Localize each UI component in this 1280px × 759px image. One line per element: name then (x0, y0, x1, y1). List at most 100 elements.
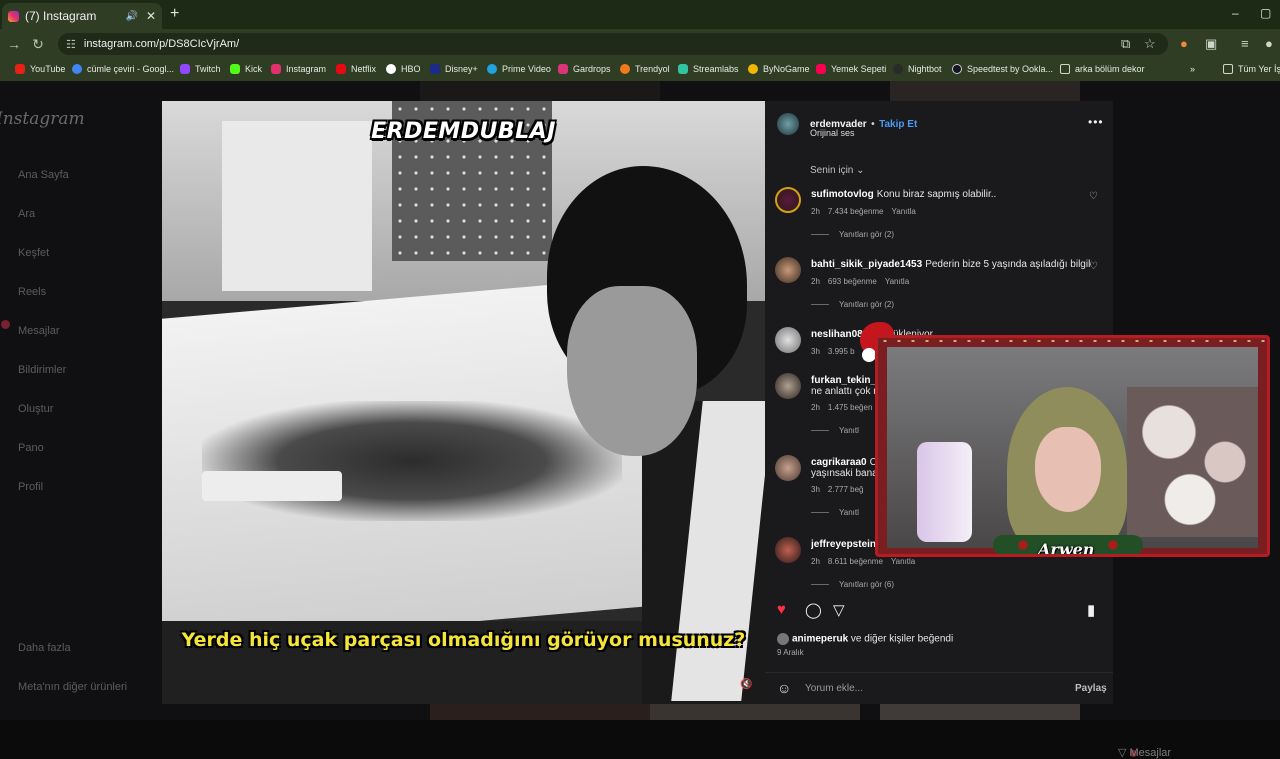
sidebar-item-home[interactable]: Ana Sayfa (18, 169, 69, 181)
commenter-username[interactable]: jeffreyepsteinr (811, 539, 880, 550)
bookmark-gardrops[interactable]: Gardrops (558, 64, 611, 74)
bookmark-kick[interactable]: Kick (230, 64, 262, 74)
install-app-icon[interactable]: ⧉ (1121, 36, 1130, 52)
commenter-avatar[interactable] (775, 257, 801, 283)
reply-button[interactable]: Yanıtla (892, 207, 916, 216)
comment-likes[interactable]: 1.475 beğen (828, 403, 873, 412)
sidebar-item-reels[interactable]: Reels (18, 286, 46, 298)
instagram-logo[interactable]: Instagram (0, 109, 85, 129)
bookmark-prime-video[interactable]: Prime Video (487, 64, 551, 74)
comment-likes[interactable]: 8.611 beğenme (828, 557, 883, 566)
media-control-icon[interactable]: ≡ (1241, 36, 1249, 51)
comment-likes[interactable]: 693 beğenme (828, 277, 877, 286)
sidebar-item-meta-products[interactable]: Meta'nın diğer ürünleri (18, 681, 127, 693)
share-icon[interactable]: ▽ (833, 601, 845, 619)
commenter-username[interactable]: sufimotovlog (811, 189, 874, 200)
bookmark-all[interactable]: Tüm Yer İşa (1223, 64, 1280, 74)
sidebar-item-notifications[interactable]: Bildirimler (18, 364, 66, 376)
view-replies-button[interactable]: Yanıtları gör (6) (811, 580, 894, 589)
bookmark-speedtest[interactable]: Speedtest by Ookla... (952, 64, 1053, 74)
bookmark-instagram[interactable]: Instagram (271, 64, 326, 74)
author-avatar[interactable] (777, 113, 799, 135)
maximize-icon[interactable]: ▢ (1260, 6, 1271, 20)
bookmark-yemek-sepeti[interactable]: Yemek Sepeti (816, 64, 886, 74)
save-bookmark-icon[interactable]: ▮ (1087, 601, 1095, 619)
commenter-avatar[interactable] (775, 455, 801, 481)
sidebar-item-messages[interactable]: Mesajlar (18, 325, 60, 337)
bookmark-hbo[interactable]: HBO (386, 64, 421, 74)
commenter-avatar[interactable] (775, 373, 801, 399)
liker-avatar (777, 633, 789, 645)
reply-button[interactable]: Yanıtla (885, 277, 909, 286)
browser-tab-instagram[interactable]: (7) Instagram 🔊 ✕ (2, 3, 162, 29)
post-date: 9 Aralık (777, 648, 804, 657)
bookmark-folder-arka-bolum[interactable]: arka bölüm dekor (1060, 64, 1145, 74)
liker-username[interactable]: animeperuk (792, 634, 848, 645)
like-heart-icon[interactable]: ♥ (777, 601, 786, 618)
video-frame (202, 401, 622, 521)
sidebar-item-profile[interactable]: Profil (18, 481, 43, 493)
comment-time: 3h (811, 347, 820, 356)
comment-icon[interactable]: ◯ (805, 601, 822, 619)
close-tab-icon[interactable]: ✕ (146, 9, 156, 23)
view-replies-button[interactable]: Yanıtları gör (2) (811, 230, 894, 239)
speaker-icon[interactable]: 🔊 (125, 11, 137, 22)
extension-icon[interactable]: ● (1180, 36, 1188, 51)
address-bar[interactable]: ☷ instagram.com/p/DS8CIcVjrAm/ (58, 33, 1168, 55)
comment-likes[interactable]: 2.777 beğ (828, 485, 864, 494)
reel-video[interactable]: ERDEMDUBLAJ Yerde hiç uçak parçası olmad… (162, 101, 765, 704)
view-replies-button[interactable]: Yanıtl (811, 426, 859, 435)
minimize-icon[interactable]: – (1232, 6, 1239, 20)
sidebar-item-create[interactable]: Oluştur (18, 403, 53, 415)
emoji-icon[interactable]: ☺ (777, 680, 791, 696)
bookmark-youtube[interactable]: YouTube (15, 64, 65, 74)
commenter-avatar[interactable] (775, 537, 801, 563)
comment-likes[interactable]: 7.434 beğenme (828, 207, 884, 216)
sidebar-item-dashboard[interactable]: Pano (18, 442, 44, 454)
bookmark-streamlabs[interactable]: Streamlabs (678, 64, 739, 74)
more-options-icon[interactable]: ••• (1088, 115, 1104, 129)
sidebar-item-search[interactable]: Ara (18, 208, 35, 220)
like-comment-heart-icon[interactable]: ♡ (1089, 191, 1098, 202)
kick-icon (230, 64, 240, 74)
commenter-username[interactable]: bahti_sikik_piyade1453 (811, 259, 922, 270)
post-comment-button[interactable]: Paylaş (1075, 683, 1107, 694)
commenter-username[interactable]: cagrikaraa0 (811, 457, 867, 468)
extensions-puzzle-icon[interactable]: ▣ (1205, 36, 1217, 52)
commenter-avatar[interactable] (775, 187, 801, 213)
bookmark-google-translate[interactable]: cümle çeviri - Googl... (72, 64, 174, 74)
site-info-icon[interactable]: ☷ (66, 38, 76, 51)
bookmark-twitch[interactable]: Twitch (180, 64, 221, 74)
sidebar-item-explore[interactable]: Keşfet (18, 247, 49, 259)
likes-summary[interactable]: animeperuk ve diğer kişiler beğendi (777, 633, 953, 645)
comment-likes[interactable]: 3.995 b (828, 347, 855, 356)
comment-input[interactable]: Yorum ekle... (805, 683, 863, 694)
bookmark-star-icon[interactable]: ☆ (1144, 36, 1156, 52)
audio-label[interactable]: Orijinal ses (810, 128, 855, 138)
sidebar-item-more[interactable]: Daha fazla (18, 642, 71, 654)
mute-icon[interactable]: 🔇 (740, 679, 752, 690)
view-replies-button[interactable]: Yanıtları gör (2) (811, 300, 894, 309)
comment-filter-dropdown[interactable]: Senin için ⌄ (810, 165, 865, 176)
view-replies-button[interactable]: Yanıtl (811, 508, 859, 517)
bookmark-disney[interactable]: Disney+ (430, 64, 478, 74)
bookmark-trendyol[interactable]: Trendyol (620, 64, 670, 74)
comment-time: 3h (811, 485, 820, 494)
profile-avatar[interactable]: ● (1265, 36, 1273, 51)
bookmarks-overflow-icon[interactable]: » (1190, 64, 1195, 74)
netflix-icon (336, 64, 346, 74)
reload-icon[interactable]: ↻ (26, 36, 50, 53)
bookmark-label: Nightbot (908, 64, 942, 74)
like-comment-heart-icon[interactable]: ♡ (1089, 261, 1098, 272)
new-tab-button[interactable]: + (170, 5, 179, 23)
bookmark-netflix[interactable]: Netflix (336, 64, 376, 74)
forward-icon[interactable]: → (2, 36, 26, 52)
commenter-username[interactable]: furkan_tekin_ (811, 375, 876, 386)
bookmark-bynogame[interactable]: ByNoGame (748, 64, 810, 74)
reply-button[interactable]: Yanıtla (891, 557, 915, 566)
plush-shelf (1127, 387, 1258, 537)
commenter-avatar[interactable] (775, 327, 801, 353)
bookmark-nightbot[interactable]: Nightbot (893, 64, 942, 74)
messages-pill[interactable]: ▽ Mesajlar (1118, 746, 1171, 759)
follow-button[interactable]: Takip Et (879, 119, 917, 130)
